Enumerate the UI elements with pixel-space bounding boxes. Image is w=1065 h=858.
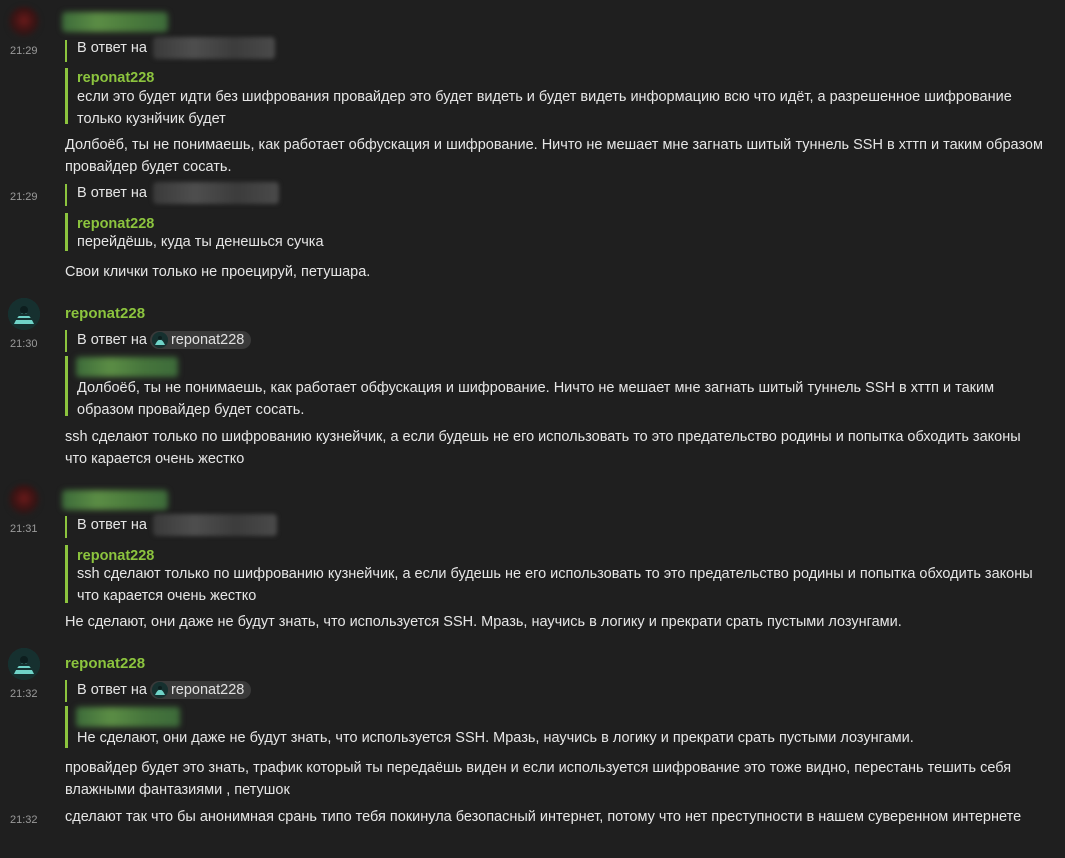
- blurred-user-avatar[interactable]: [8, 484, 40, 516]
- blurred-quote-author[interactable]: [76, 707, 180, 727]
- reply-indicator-bar: [65, 184, 67, 206]
- reply-indicator-bar: [65, 40, 67, 62]
- reply-header[interactable]: В ответ на reponat228: [77, 329, 252, 351]
- username[interactable]: reponat228: [65, 303, 145, 325]
- user-avatar[interactable]: [8, 298, 40, 330]
- mention-chip[interactable]: reponat228: [149, 681, 252, 699]
- mention-avatar-icon: [151, 682, 168, 698]
- quote-bar: [65, 68, 68, 124]
- message-text: ssh сделают только по шифрованию кузнейч…: [65, 429, 1021, 467]
- timestamp: 21:32: [10, 814, 38, 826]
- timestamp: 21:30: [10, 338, 38, 350]
- blurred-username[interactable]: [62, 490, 168, 510]
- reply-header[interactable]: В ответ на: [77, 37, 275, 59]
- message-text: провайдер будет это знать, трафик которы…: [65, 760, 1012, 798]
- blurred-reply-target[interactable]: [152, 182, 279, 204]
- timestamp: 21:32: [10, 688, 38, 700]
- timestamp: 21:29: [10, 191, 38, 203]
- timestamp: 21:29: [10, 45, 38, 57]
- reply-prefix: В ответ на: [77, 332, 147, 348]
- reply-header[interactable]: В ответ на reponat228: [77, 679, 252, 701]
- reply-prefix: В ответ на: [77, 40, 147, 56]
- blurred-reply-target[interactable]: [152, 514, 277, 536]
- mention-avatar-icon: [151, 332, 168, 348]
- timestamp: 21:31: [10, 523, 38, 535]
- reponat228-avatar-icon: [8, 298, 40, 330]
- user-avatar[interactable]: [8, 648, 40, 680]
- reply-header[interactable]: В ответ на: [77, 514, 277, 536]
- message-text: Свои клички только не проецируй, петушар…: [65, 264, 371, 280]
- blurred-quote-author[interactable]: [76, 357, 178, 377]
- quote-text: Долбоёб, ты не понимаешь, как работает о…: [77, 380, 995, 418]
- mention-name: reponat228: [170, 682, 245, 698]
- reply-indicator-bar: [65, 330, 67, 352]
- quote-text: ssh сделают только по шифрованию кузнейч…: [77, 566, 1033, 604]
- message-text: сделают так что бы анонимная срань типо …: [65, 809, 1022, 825]
- reply-prefix: В ответ на: [77, 185, 147, 201]
- blurred-user-avatar[interactable]: [8, 6, 40, 38]
- reply-prefix: В ответ на: [77, 517, 147, 533]
- blurred-username[interactable]: [62, 12, 168, 32]
- quote-text: Не сделают, они даже не будут знать, что…: [77, 730, 914, 746]
- message-text: Не сделают, они даже не будут знать, что…: [65, 614, 902, 630]
- quote-bar: [65, 213, 68, 251]
- quote-text: перейдёшь, куда ты денешься сучка: [77, 234, 324, 250]
- quote-bar: [65, 706, 68, 748]
- mention-chip[interactable]: reponat228: [149, 331, 252, 349]
- reply-prefix: В ответ на: [77, 682, 147, 698]
- quote-text: если это будет идти без шифрования прова…: [77, 89, 1012, 127]
- reply-indicator-bar: [65, 680, 67, 702]
- quote-bar: [65, 356, 68, 416]
- reply-header[interactable]: В ответ на: [77, 182, 279, 204]
- mention-name: reponat228: [170, 332, 245, 348]
- quote-bar: [65, 545, 68, 603]
- message-text: Долбоёб, ты не понимаешь, как работает о…: [65, 137, 1043, 175]
- reponat228-avatar-icon: [8, 648, 40, 680]
- username[interactable]: reponat228: [65, 653, 145, 675]
- reply-indicator-bar: [65, 516, 67, 538]
- blurred-reply-target[interactable]: [152, 37, 275, 59]
